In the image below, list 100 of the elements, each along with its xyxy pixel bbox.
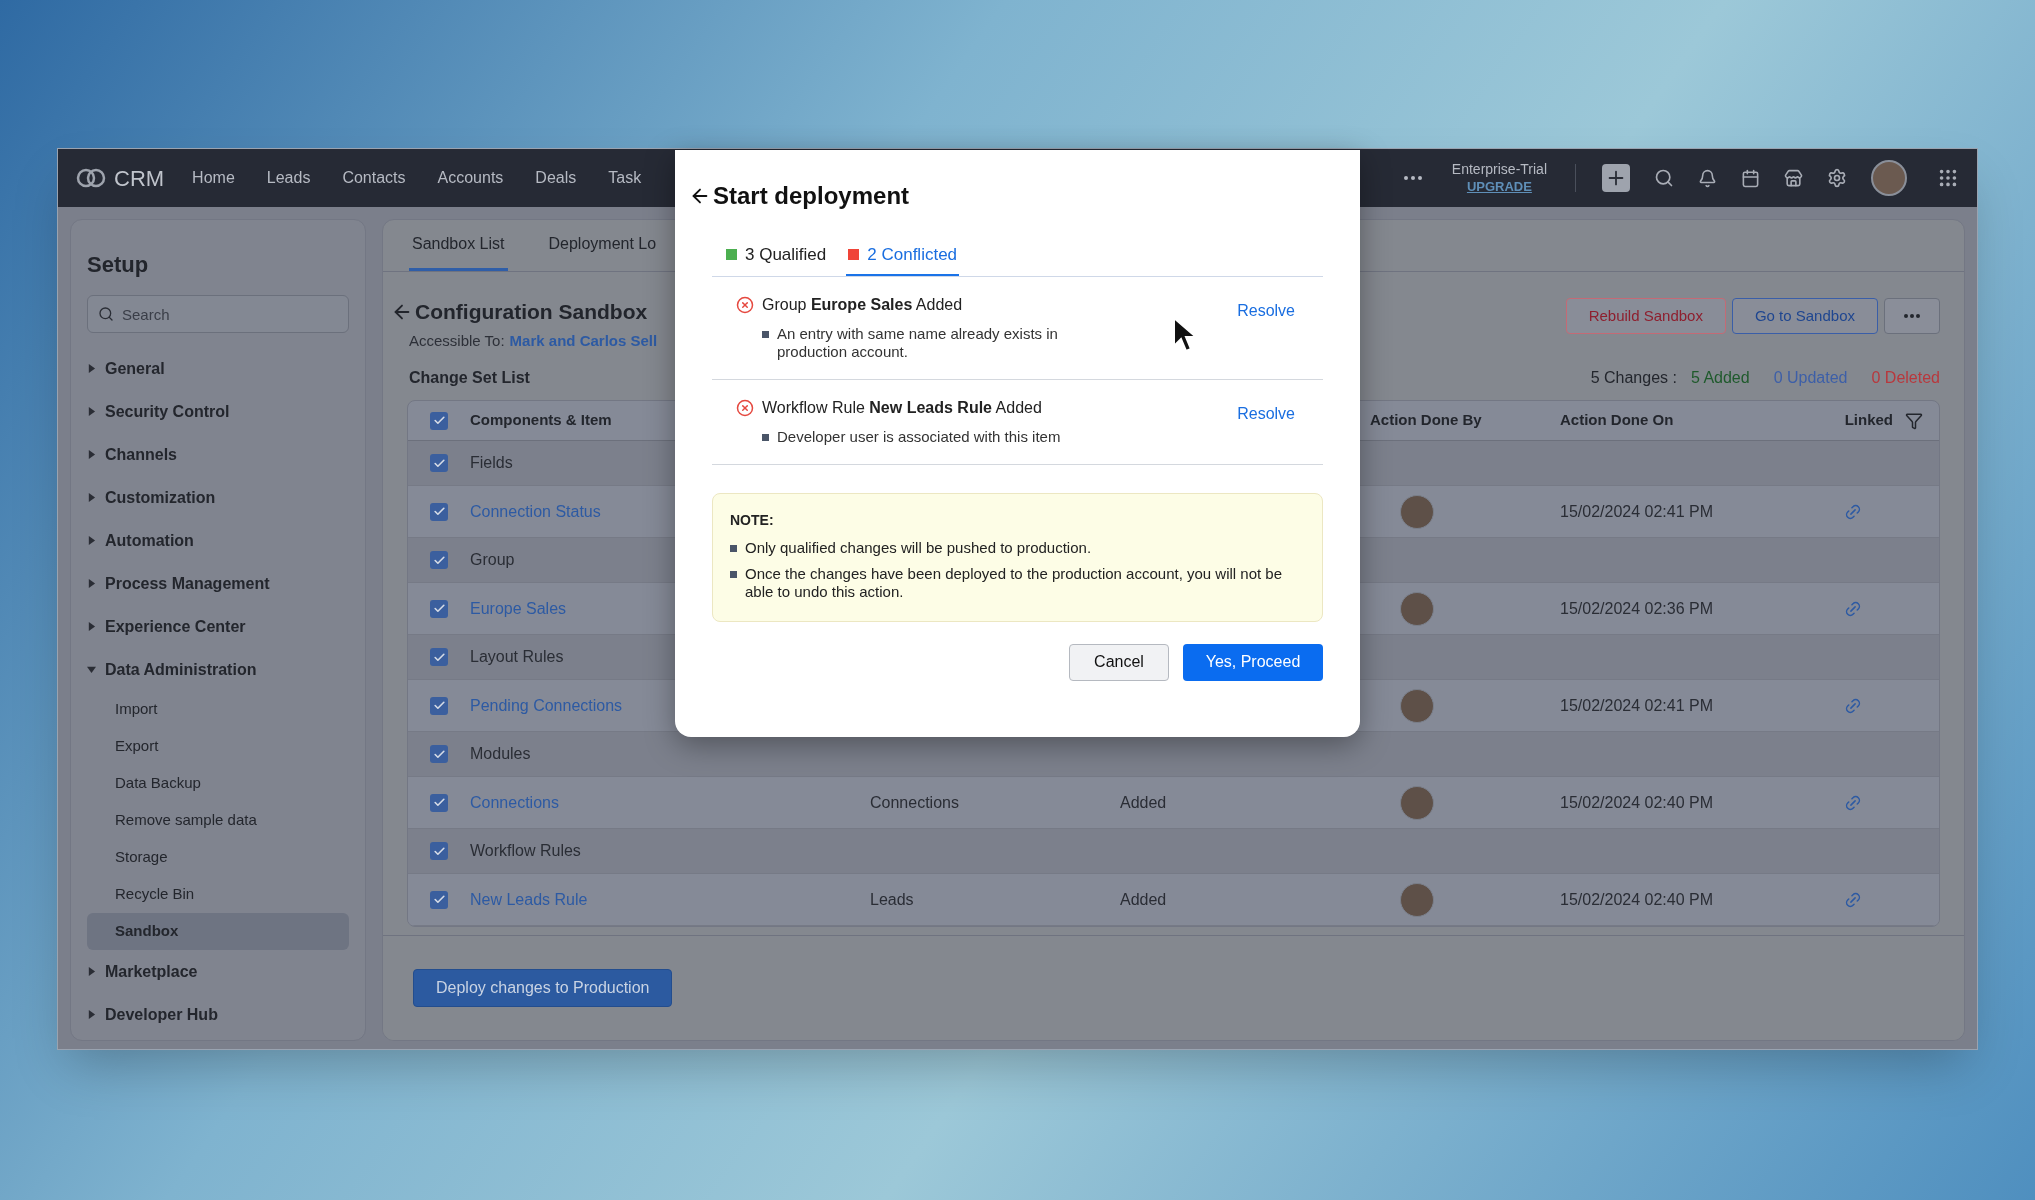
sidebar-title: Setup — [87, 251, 150, 279]
settings-icon[interactable] — [1827, 168, 1847, 188]
header-button[interactable]: Rebuild Sandbox — [1565, 298, 1726, 334]
search-icon[interactable] — [1654, 168, 1674, 188]
error-icon — [736, 295, 754, 314]
sidebar-item[interactable]: Marketplace — [87, 950, 349, 993]
checkbox[interactable] — [430, 599, 448, 618]
tab[interactable]: Deployment Lo — [545, 232, 660, 271]
avatar[interactable] — [1871, 160, 1907, 196]
checkbox[interactable] — [430, 890, 448, 909]
checkbox[interactable] — [430, 793, 448, 812]
changes-summary: 5 Changes : — [1590, 368, 1677, 388]
table-cell-text: Leads — [870, 889, 914, 910]
resolve-link[interactable]: Resolve — [1237, 298, 1295, 361]
caret-icon — [87, 407, 96, 416]
table-cell-text: 15/02/2024 02:40 PM — [1560, 889, 1713, 910]
caret-icon — [87, 493, 96, 502]
section-title: Change Set List — [409, 368, 530, 388]
check-icon — [432, 699, 446, 712]
dialog-tab[interactable]: 3 Qualified — [724, 242, 829, 276]
sidebar-subitem[interactable]: Sandbox — [87, 913, 349, 950]
conflict-reason: An entry with same name already exists in production account. — [777, 324, 1059, 361]
sidebar-subitem[interactable]: Remove sample data — [87, 802, 349, 839]
note-text: Once the changes have been deployed to the production account, you will not be able to undo this action. — [745, 564, 1284, 601]
more-icon[interactable] — [1403, 176, 1422, 180]
checkbox[interactable] — [430, 551, 448, 569]
more-icon — [1904, 314, 1920, 318]
conflict-title: Workflow Rule New Leads Rule Added — [762, 397, 1042, 418]
nav-link[interactable]: Accounts — [437, 166, 504, 190]
sidebar-item[interactable]: Security Control — [87, 390, 349, 433]
group-label: Workflow Rules — [470, 841, 581, 861]
caret-icon — [87, 450, 96, 459]
table-cell-text: 15/02/2024 02:36 PM — [1560, 598, 1713, 619]
sidebar-item[interactable]: Customization — [87, 476, 349, 519]
calendar-icon[interactable] — [1741, 168, 1760, 188]
caret-icon — [87, 967, 96, 976]
add-button[interactable] — [1602, 164, 1630, 192]
checkbox[interactable] — [430, 454, 448, 472]
note-text: Only qualified changes will be pushed to production. — [745, 538, 1092, 557]
sidebar-item[interactable]: Process Management — [87, 562, 349, 605]
header-button[interactable]: Go to Sandbox — [1731, 298, 1878, 334]
page-title: Configuration Sandbox — [415, 299, 648, 325]
apps-grid-icon[interactable] — [1937, 167, 1959, 189]
checkbox[interactable] — [430, 502, 448, 521]
check-icon — [432, 650, 446, 664]
check-icon — [432, 414, 446, 427]
check-icon — [432, 602, 446, 615]
deploy-button[interactable]: Deploy changes to Production — [413, 969, 673, 1007]
filter-icon[interactable] — [1905, 411, 1923, 430]
resolve-link[interactable]: Resolve — [1237, 401, 1295, 446]
checkbox[interactable] — [430, 648, 448, 666]
caret-icon — [87, 1010, 96, 1019]
logo-icon — [76, 168, 106, 188]
sidebar-item[interactable]: Data Administration — [87, 648, 349, 691]
caret-icon — [87, 622, 96, 631]
checkbox[interactable] — [430, 411, 448, 430]
cancel-button[interactable]: Cancel — [1069, 643, 1169, 681]
column-header: Components & Item — [470, 410, 612, 431]
proceed-button[interactable]: Yes, Proceed — [1183, 643, 1323, 681]
nav-link[interactable]: Home — [192, 166, 235, 190]
avatar — [1400, 785, 1434, 820]
column-header: Action Done On — [1560, 410, 1674, 431]
sidebar-subitem[interactable]: Export — [87, 728, 349, 765]
nav-link[interactable]: Task — [608, 166, 642, 190]
sidebar-item[interactable]: General — [87, 347, 349, 390]
sidebar-subitem[interactable]: Data Backup — [87, 765, 349, 802]
avatar — [1400, 688, 1434, 723]
table-cell-text: Connections — [870, 792, 959, 813]
nav-link[interactable]: Deals — [535, 166, 577, 190]
caret-icon — [87, 665, 96, 674]
bullet-icon — [762, 433, 769, 441]
column-header: Linked — [1844, 410, 1893, 431]
sidebar-subitem[interactable]: Import — [87, 691, 349, 728]
sidebar-subitem[interactable]: Storage — [87, 839, 349, 876]
group-label: Group — [470, 550, 515, 570]
nav-link[interactable]: Contacts — [342, 166, 406, 190]
table-cell-text: 15/02/2024 02:41 PM — [1560, 501, 1713, 522]
sidebar-subitem[interactable]: Recycle Bin — [87, 876, 349, 913]
checkbox[interactable] — [430, 745, 448, 763]
checkbox[interactable] — [430, 842, 448, 860]
check-icon — [432, 893, 446, 906]
checkbox[interactable] — [430, 696, 448, 715]
upgrade-link[interactable]: UPGRADE — [1466, 178, 1532, 195]
table-cell-text: 15/02/2024 02:40 PM — [1560, 792, 1713, 813]
bullet-icon — [730, 570, 737, 578]
table-cell-text: 15/02/2024 02:41 PM — [1560, 695, 1713, 716]
sidebar-item[interactable]: Automation — [87, 519, 349, 562]
sidebar-item[interactable]: Developer Hub — [87, 993, 349, 1036]
sidebar-item[interactable]: Experience Center — [87, 605, 349, 648]
store-icon[interactable] — [1784, 168, 1803, 188]
tab[interactable]: Sandbox List — [409, 232, 508, 271]
error-icon — [736, 398, 754, 417]
search-field[interactable]: Search — [87, 295, 349, 333]
check-icon — [432, 553, 446, 567]
dialog-tab[interactable]: 2 Conflicted — [846, 242, 960, 276]
nav-link[interactable]: Leads — [266, 166, 311, 190]
sidebar-item[interactable]: Channels — [87, 433, 349, 476]
caret-icon — [87, 536, 96, 545]
bell-icon[interactable] — [1698, 168, 1717, 188]
group-label: Layout Rules — [470, 647, 564, 667]
